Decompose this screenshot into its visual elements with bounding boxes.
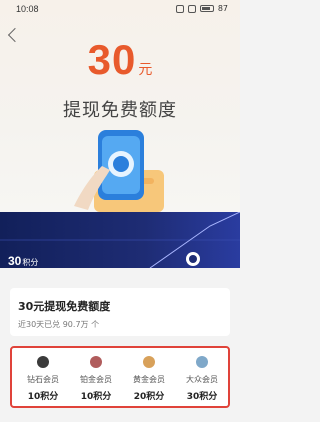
tier-platinum[interactable]: 铂金会员 10积分 xyxy=(71,354,121,404)
tier-name: 钻石会员 xyxy=(27,375,59,384)
page: 10:08 87 30 元 提现免费额度 30积分 30元提现免费额度 近30天… xyxy=(0,0,240,422)
diamond-icon xyxy=(37,356,49,368)
membership-tiers: 钻石会员 10积分 铂金会员 10积分 黄金会员 20积分 大众会员 30积分 xyxy=(10,346,230,408)
status-bar: 10:08 87 xyxy=(0,0,240,18)
status-time: 10:08 xyxy=(16,4,39,14)
tier-points: 30积分 xyxy=(186,392,218,402)
tier-diamond[interactable]: 钻石会员 10积分 xyxy=(18,354,68,404)
tier-name: 黄金会员 xyxy=(133,375,165,384)
points-unit: 积分 xyxy=(22,258,39,267)
amount-value: 30 xyxy=(87,36,137,83)
reward-subtitle: 近30天已兑 90.7万 个 xyxy=(18,320,100,329)
public-icon xyxy=(196,356,208,368)
tier-points: 10积分 xyxy=(80,392,112,402)
battery-icon xyxy=(199,5,214,12)
wifi-icon xyxy=(175,4,184,13)
tier-points: 20积分 xyxy=(133,392,165,402)
battery-level: 87 xyxy=(217,4,228,13)
reward-title: 30元提现免费额度 xyxy=(18,300,111,313)
amount: 30 元 xyxy=(0,36,240,84)
platinum-icon xyxy=(90,356,102,368)
reward-card: 30元提现免费额度 近30天已兑 90.7万 个 xyxy=(10,288,230,336)
tier-gold[interactable]: 黄金会员 20积分 xyxy=(124,354,174,404)
tier-points: 10积分 xyxy=(27,392,59,402)
page-title: 提现免费额度 xyxy=(63,100,177,121)
tier-name: 大众会员 xyxy=(186,375,218,384)
tier-name: 铂金会员 xyxy=(80,375,112,384)
amount-unit: 元 xyxy=(138,61,153,77)
points-required: 30积分 xyxy=(8,252,38,270)
status-icons: 87 xyxy=(175,4,228,13)
phone-card-illustration xyxy=(74,130,164,212)
hero-section: 10:08 87 30 元 提现免费额度 xyxy=(0,0,240,212)
gold-icon xyxy=(143,356,155,368)
points-value: 30 xyxy=(8,254,22,268)
signal-icon xyxy=(187,4,196,13)
tier-public[interactable]: 大众会员 30积分 xyxy=(177,354,227,404)
points-band: 30积分 xyxy=(0,212,240,268)
